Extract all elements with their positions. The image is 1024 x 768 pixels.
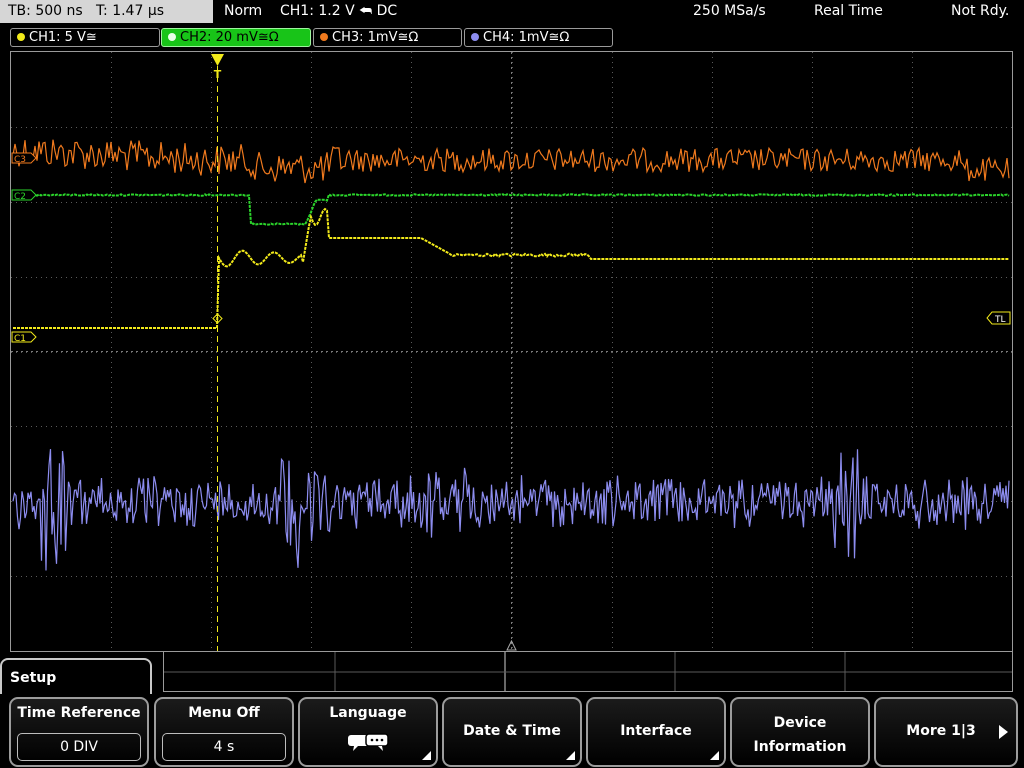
device-information-line2: Information xyxy=(753,739,847,755)
menu-off-label: Menu Off xyxy=(188,705,260,721)
submenu-corner-icon xyxy=(710,751,719,760)
device-information-label: Device Information xyxy=(732,711,868,759)
channel-1-marker-label: C1 xyxy=(14,334,26,344)
channel-4-chip[interactable]: CH4: 1mV≅Ω xyxy=(464,28,613,47)
timebase-readout[interactable]: TB: 500 ns T: 1.47 µs xyxy=(0,0,213,23)
channel-1-label: CH1: 5 V≅ xyxy=(29,30,97,45)
channel-3-marker-label: C3 xyxy=(14,155,26,165)
menu-off-softkey[interactable]: Menu Off 4 s xyxy=(154,697,294,767)
channel-2-marker-label: C2 xyxy=(14,192,26,202)
channel-2-dot xyxy=(168,33,176,41)
interface-label: Interface xyxy=(620,723,692,739)
date-time-softkey[interactable]: Date & Time xyxy=(442,697,582,767)
channel-1-chip[interactable]: CH1: 5 V≅ xyxy=(10,28,160,47)
speech-bubbles-icon xyxy=(348,733,389,751)
channel-2-label: CH2: 20 mV≅Ω xyxy=(180,30,279,45)
time-reference-softkey[interactable]: Time Reference 0 DIV xyxy=(9,697,149,767)
trigger-flag-label: T xyxy=(214,68,222,81)
ready-state: Not Rdy. xyxy=(951,3,1010,19)
submenu-corner-icon xyxy=(422,751,431,760)
device-information-softkey[interactable]: Device Information xyxy=(730,697,870,767)
channel-3-dot xyxy=(320,33,328,41)
language-label: Language xyxy=(329,705,407,721)
time-reference-label: Time Reference xyxy=(17,705,141,721)
channel-2-chip[interactable]: CH2: 20 mV≅Ω xyxy=(161,28,311,47)
scope-canvas: T C3 C2 C1 TL xyxy=(11,52,1012,651)
trigger-level-label: TL xyxy=(994,315,1006,325)
status-bar: TB: 500 ns T: 1.47 µs Norm CH1: 1.2 V ⮪ … xyxy=(0,0,1024,25)
trigger-info[interactable]: CH1: 1.2 V ⮪ DC xyxy=(280,0,397,23)
trigger-mode[interactable]: Norm xyxy=(224,0,262,23)
channel-3-trace xyxy=(12,139,1010,184)
channel-1-dot xyxy=(17,33,25,41)
menu-title: Setup xyxy=(0,658,152,694)
time-reference-value[interactable]: 0 DIV xyxy=(17,733,141,761)
menu-off-value[interactable]: 4 s xyxy=(162,733,286,761)
date-time-label: Date & Time xyxy=(463,723,561,739)
device-information-line1: Device xyxy=(773,715,827,731)
submenu-corner-icon xyxy=(566,751,575,760)
channel-3-chip[interactable]: CH3: 1mV≅Ω xyxy=(313,28,462,47)
more-softkey[interactable]: More 1|3 xyxy=(874,697,1018,767)
language-softkey[interactable]: Language xyxy=(298,697,438,767)
trigger-flag-icon xyxy=(211,54,224,66)
secondary-display-strip xyxy=(163,652,1013,692)
channel-3-label: CH3: 1mV≅Ω xyxy=(332,30,419,45)
interface-softkey[interactable]: Interface xyxy=(586,697,726,767)
sample-rate: 250 MSa/s xyxy=(693,3,766,19)
next-page-icon xyxy=(999,725,1008,739)
acquisition-mode: Real Time xyxy=(814,3,883,19)
channel-4-dot xyxy=(471,33,479,41)
more-label: More 1|3 xyxy=(906,723,976,739)
waveform-display[interactable]: T C3 C2 C1 TL xyxy=(10,51,1013,652)
channel-4-label: CH4: 1mV≅Ω xyxy=(483,30,570,45)
